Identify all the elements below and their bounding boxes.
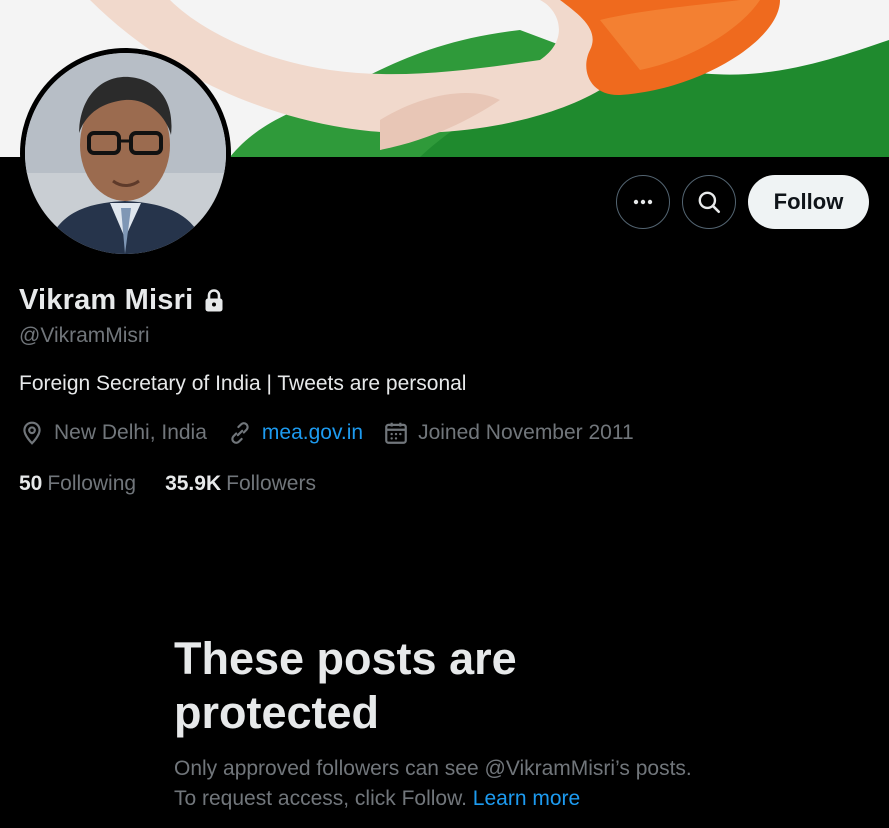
protected-body: Only approved followers can see @VikramM…	[174, 757, 692, 810]
avatar-frame	[20, 48, 231, 259]
search-button[interactable]	[682, 175, 736, 229]
website-item[interactable]: mea.gov.in	[227, 420, 363, 446]
followers-count: 35.9K	[165, 472, 222, 495]
avatar-photo	[25, 53, 226, 254]
link-icon	[231, 422, 249, 444]
lock-icon	[203, 288, 225, 314]
protected-title: These posts are protected	[174, 633, 517, 738]
location-pin-icon	[23, 421, 41, 445]
profile-bio: Foreign Secretary of India | Tweets are …	[19, 372, 467, 395]
joined-text: Joined November 2011	[418, 421, 634, 444]
location-text: New Delhi, India	[54, 421, 207, 444]
more-horizontal-icon	[633, 199, 653, 205]
display-name: Vikram Misri	[19, 284, 194, 316]
protected-description: Only approved followers can see @VikramM…	[174, 754, 714, 814]
more-button[interactable]	[616, 175, 670, 229]
following-stat[interactable]: 50 Following	[19, 472, 136, 496]
search-icon	[698, 191, 721, 214]
avatar[interactable]	[25, 53, 226, 254]
joined-item: Joined November 2011	[383, 420, 634, 446]
calendar-icon	[385, 422, 407, 444]
followers-label: Followers	[226, 472, 316, 495]
following-count: 50	[19, 472, 43, 495]
website-link[interactable]: mea.gov.in	[262, 421, 363, 445]
protected-notice: These posts are protected Only approved …	[174, 632, 714, 814]
learn-more-link[interactable]: Learn more	[473, 787, 580, 810]
location-item: New Delhi, India	[19, 420, 207, 446]
profile-name-row: Vikram Misri	[19, 284, 225, 317]
profile-meta: New Delhi, India mea.gov.in Joined Novem…	[19, 420, 654, 446]
follow-button[interactable]: Follow	[748, 175, 869, 229]
follow-stats: 50 Following 35.9K Followers	[19, 472, 345, 496]
followers-stat[interactable]: 35.9K Followers	[165, 472, 316, 496]
user-handle: @VikramMisri	[19, 324, 150, 347]
following-label: Following	[47, 472, 137, 495]
